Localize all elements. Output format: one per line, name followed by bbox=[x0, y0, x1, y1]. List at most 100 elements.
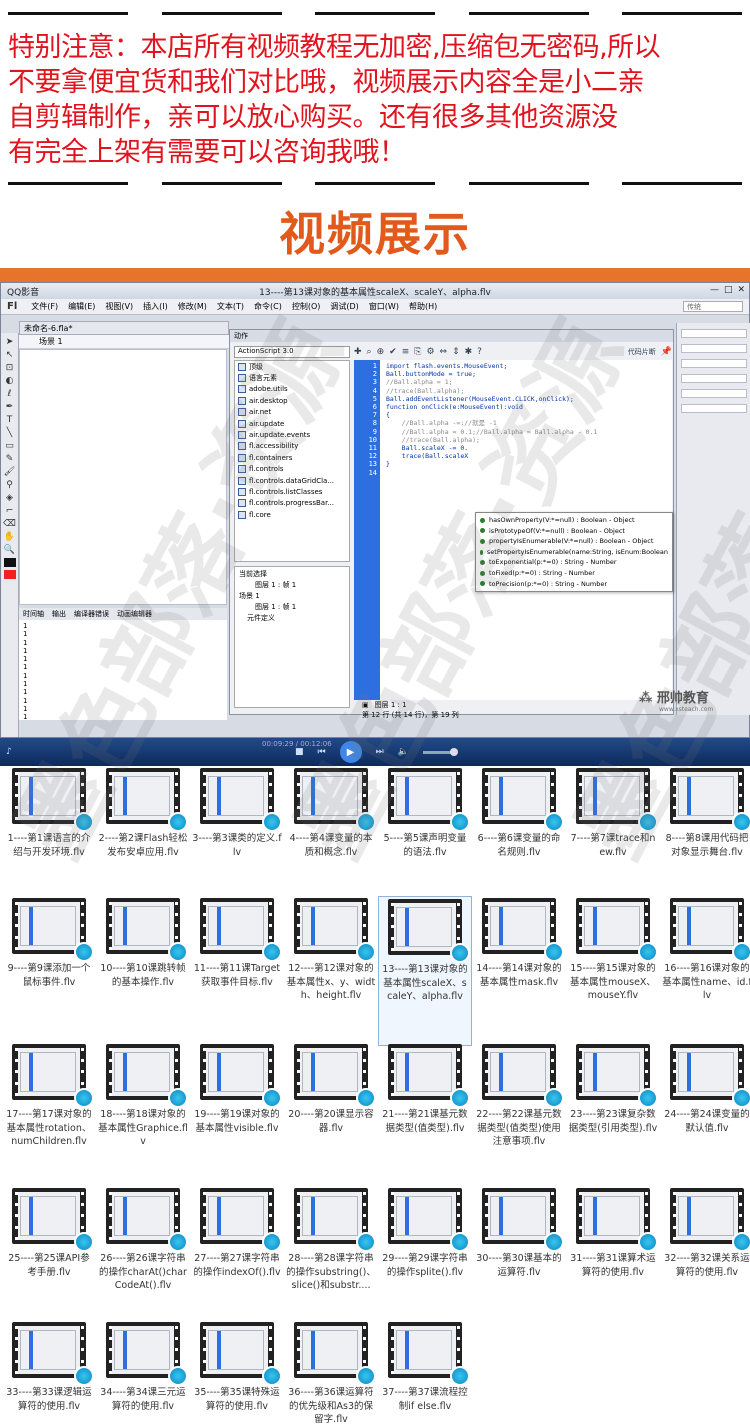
transform-tool-icon[interactable]: ⊡ bbox=[6, 363, 14, 373]
file-item[interactable]: 36----第36课运算符的优先级和As3的保留字.flv bbox=[284, 1320, 378, 1427]
file-item[interactable]: 33----第33课逻辑运算符的使用.flv bbox=[2, 1320, 96, 1413]
hint-item[interactable]: propertyIsEnumerable(V:*=null) : Boolean… bbox=[480, 536, 668, 547]
file-item[interactable]: 15----第15课对象的基本属性mouseX、mouseY.flv bbox=[566, 896, 660, 1003]
file-item[interactable]: 24----第24课变量的默认值.flv bbox=[660, 1042, 750, 1135]
expand-icon[interactable]: ⇕ bbox=[452, 347, 460, 357]
format-icon[interactable]: ≡ bbox=[402, 347, 410, 357]
close-icon[interactable]: ✕ bbox=[737, 285, 745, 295]
file-item[interactable]: 5----第5课声明变量的语法.flv bbox=[378, 766, 472, 859]
file-item[interactable]: 13----第13课对象的基本属性scaleX、scaleY、alpha.flv bbox=[378, 896, 472, 1046]
stage-canvas[interactable] bbox=[19, 349, 227, 605]
file-item[interactable]: 3----第3课类的定义.flv bbox=[190, 766, 284, 859]
list-item[interactable]: air.desktop bbox=[235, 395, 349, 406]
add-statement-icon[interactable]: ✚ bbox=[354, 347, 362, 357]
list-item[interactable]: air.net bbox=[235, 407, 349, 418]
file-item[interactable]: 8----第8课用代码把对象显示舞台.flv bbox=[660, 766, 750, 859]
file-item[interactable]: 9----第9课添加一个鼠标事件.flv bbox=[2, 896, 96, 989]
tab-compiler-errors[interactable]: 编译器错误 bbox=[74, 609, 109, 619]
pin-icon[interactable]: 📌 bbox=[661, 347, 672, 357]
target-icon[interactable]: ⊕ bbox=[377, 347, 385, 357]
file-item[interactable]: 4----第4课变量的本质和概念.flv bbox=[284, 766, 378, 859]
lasso-tool-icon[interactable]: ℓ bbox=[8, 389, 12, 399]
property-field[interactable] bbox=[681, 344, 747, 353]
file-item[interactable]: 11----第11课Target获取事件目标.flv bbox=[190, 896, 284, 989]
prev-icon[interactable]: ⏮ bbox=[318, 747, 326, 757]
eyedropper-tool-icon[interactable]: ⌐ bbox=[6, 506, 14, 516]
line-tool-icon[interactable]: ╲ bbox=[7, 428, 12, 438]
property-field[interactable] bbox=[681, 404, 747, 413]
file-item[interactable]: 20----第20课显示容器.flv bbox=[284, 1042, 378, 1135]
file-item[interactable]: 2----第2课Flash轻松发布安卓应用.flv bbox=[96, 766, 190, 859]
list-item[interactable]: fl.controls.dataGridCla... bbox=[235, 475, 349, 486]
file-item[interactable]: 27----第27课字符串的操作indexOf().flv bbox=[190, 1186, 284, 1279]
file-item[interactable]: 7----第7课trace和new.flv bbox=[566, 766, 660, 859]
workspace-select[interactable]: 传统 bbox=[683, 301, 743, 312]
hint-icon[interactable]: ⎘ bbox=[414, 347, 421, 357]
brush-tool-icon[interactable]: 🖌 bbox=[4, 467, 15, 477]
tree-item[interactable]: 图层 1 : 帧 1 bbox=[239, 602, 345, 613]
list-item[interactable]: fl.containers bbox=[235, 452, 349, 463]
hint-item[interactable]: hasOwnProperty(V:*=null) : Boolean - Obj… bbox=[480, 515, 668, 526]
tab-timeline[interactable]: 时间轴 bbox=[23, 609, 44, 619]
hand-tool-icon[interactable]: ✋ bbox=[4, 532, 15, 542]
bone-tool-icon[interactable]: ⚲ bbox=[6, 480, 13, 490]
selection-tool-icon[interactable]: ➤ bbox=[6, 337, 14, 347]
list-item[interactable]: air.update bbox=[235, 418, 349, 429]
tree-item[interactable]: 场景 1 bbox=[239, 591, 345, 602]
file-item[interactable]: 16----第16课对象的基本属性name、id.flv bbox=[660, 896, 750, 1003]
volume-icon[interactable]: 🔈 bbox=[398, 747, 409, 757]
list-item[interactable]: fl.accessibility bbox=[235, 441, 349, 452]
file-item[interactable]: 29----第29课字符串的操作splite().flv bbox=[378, 1186, 472, 1279]
property-field[interactable] bbox=[681, 389, 747, 398]
file-item[interactable]: 12----第12课对象的基本属性x、y、width、height.flv bbox=[284, 896, 378, 1003]
tab-motion-editor[interactable]: 动画编辑器 bbox=[117, 609, 152, 619]
play-button[interactable]: ▶ bbox=[339, 741, 362, 763]
file-item[interactable]: 18----第18课对象的基本属性Graphice.flv bbox=[96, 1042, 190, 1149]
list-item[interactable]: air.update.events bbox=[235, 429, 349, 440]
bucket-tool-icon[interactable]: ◈ bbox=[6, 493, 13, 503]
file-item[interactable]: 10----第10课跳转帧的基本操作.flv bbox=[96, 896, 190, 989]
file-item[interactable]: 6----第6课变量的命名规则.flv bbox=[472, 766, 566, 859]
menu-text[interactable]: 文本(T) bbox=[217, 301, 244, 312]
tree-item[interactable]: 当前选择 bbox=[239, 569, 345, 580]
eraser-tool-icon[interactable]: ⌫ bbox=[3, 519, 16, 529]
list-item[interactable]: fl.controls.listClasses bbox=[235, 486, 349, 497]
tab-output[interactable]: 输出 bbox=[52, 609, 66, 619]
hint-item[interactable]: toExponential(p:*=0) : String - Number bbox=[480, 557, 668, 568]
menu-view[interactable]: 视图(V) bbox=[105, 301, 133, 312]
text-tool-icon[interactable]: T bbox=[7, 415, 13, 425]
property-field[interactable] bbox=[681, 329, 747, 338]
3d-tool-icon[interactable]: ◐ bbox=[6, 376, 14, 386]
code-snippets-label[interactable]: 代码片断 bbox=[628, 347, 656, 357]
file-item[interactable]: 14----第14课对象的基本属性mask.flv bbox=[472, 896, 566, 989]
zoom-tool-icon[interactable]: 🔍 bbox=[4, 545, 15, 555]
file-item[interactable]: 30----第30课基本的运算符.flv bbox=[472, 1186, 566, 1279]
hint-item[interactable]: isPrototypeOf(V:*=null) : Boolean - Obje… bbox=[480, 526, 668, 537]
list-item[interactable]: fl.controls bbox=[235, 464, 349, 475]
subselect-tool-icon[interactable]: ↖ bbox=[6, 350, 14, 360]
list-item[interactable]: adobe.utils bbox=[235, 384, 349, 395]
minimize-icon[interactable]: — bbox=[710, 285, 719, 295]
file-item[interactable]: 22----第22课基元数据类型(值类型)使用注意事项.flv bbox=[472, 1042, 566, 1149]
maximize-icon[interactable]: □ bbox=[724, 285, 733, 295]
document-tab[interactable]: 未命名-6.fla* bbox=[19, 321, 229, 335]
list-item[interactable]: 顶级 bbox=[235, 361, 349, 372]
debug-icon[interactable]: ⚙ bbox=[426, 347, 434, 357]
file-item[interactable]: 31----第31课算术运算符的使用.flv bbox=[566, 1186, 660, 1279]
check-syntax-icon[interactable]: ✔ bbox=[389, 347, 397, 357]
property-field[interactable] bbox=[681, 359, 747, 368]
menu-file[interactable]: 文件(F) bbox=[31, 301, 58, 312]
tree-item[interactable]: 元件定义 bbox=[239, 613, 345, 624]
file-item[interactable]: 35----第35课特殊运算符的使用.flv bbox=[190, 1320, 284, 1413]
hint-item[interactable]: setPropertyIsEnumerable(name:String, isE… bbox=[480, 547, 668, 558]
list-item[interactable]: 语言元素 bbox=[235, 372, 349, 383]
file-item[interactable]: 32----第32课关系运算符的使用.flv bbox=[660, 1186, 750, 1279]
menu-modify[interactable]: 修改(M) bbox=[178, 301, 207, 312]
collapse-icon[interactable]: ⇔ bbox=[440, 347, 448, 357]
as-version-select[interactable]: ActionScript 3.0 bbox=[234, 346, 350, 358]
find-icon[interactable]: ⌕ bbox=[367, 347, 372, 357]
hint-item[interactable]: toFixed(p:*=0) : String - Number bbox=[480, 568, 668, 579]
next-icon[interactable]: ⏭ bbox=[376, 747, 384, 757]
menu-help[interactable]: 帮助(H) bbox=[409, 301, 437, 312]
list-item[interactable]: fl.core bbox=[235, 509, 349, 520]
